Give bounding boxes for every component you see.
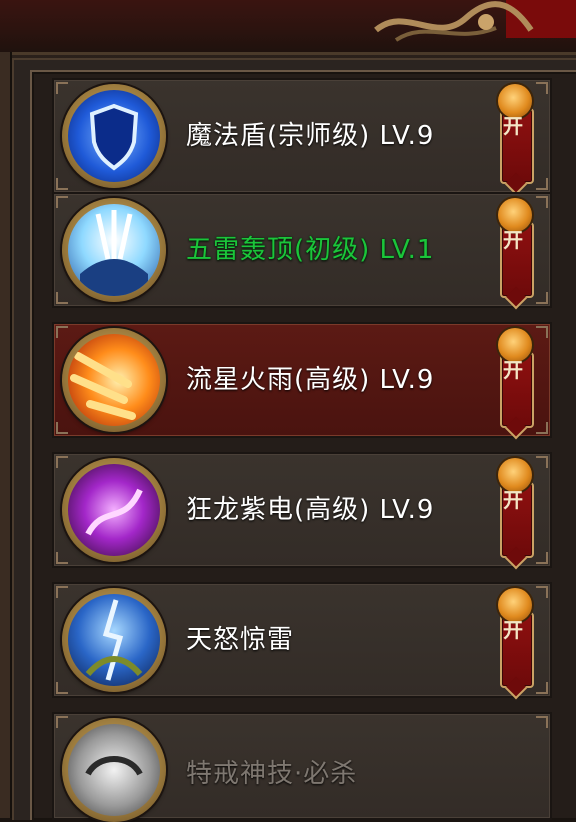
left-rail [0,52,12,818]
row-corner [536,292,548,304]
skill-row-meteor-rain[interactable]: 流星火雨(高级) LV.9 开 [52,322,552,438]
toggle-open-button[interactable]: 开 [498,328,534,428]
skill-row-ring-skill[interactable]: 特戒神技·必杀 [52,712,552,822]
row-corner [536,326,548,338]
skill-name: 五雷轰顶(初级) LV.1 [186,235,435,265]
row-corner [56,82,68,94]
row-corner [536,682,548,694]
skill-panel: 魔法盾(宗师级) LV.9 开 五雷轰顶(初级) LV.1 开 流星火雨(高级)… [0,0,576,822]
row-corner [56,196,68,208]
purple-dragon-lightning-icon [62,458,166,562]
skill-name: 魔法盾(宗师级) LV.9 [186,121,435,151]
skill-row-purple-dragon[interactable]: 狂龙紫电(高级) LV.9 开 [52,452,552,568]
toggle-label: 开 [503,228,523,252]
row-corner [536,82,548,94]
toggle-label: 开 [503,358,523,382]
toggle-open-button[interactable]: 开 [498,458,534,558]
skill-row-heaven-thunder[interactable]: 天怒惊雷 开 [52,582,552,698]
row-corner [56,422,68,434]
dragon-ornament-icon [374,1,534,42]
row-corner [56,292,68,304]
row-corner [536,716,548,728]
skill-row-magic-shield[interactable]: 魔法盾(宗师级) LV.9 开 [52,78,552,194]
row-corner [56,682,68,694]
row-corner [56,178,68,190]
toggle-open-button[interactable]: 开 [498,84,534,184]
row-corner [536,178,548,190]
row-corner [56,716,68,728]
panel-header [0,0,576,55]
skill-name: 流星火雨(高级) LV.9 [186,365,435,395]
toggle-label: 开 [503,114,523,138]
skill-row-five-thunder[interactable]: 五雷轰顶(初级) LV.1 开 [52,192,552,308]
row-corner [56,586,68,598]
skill-name: 特戒神技·必杀 [186,759,358,789]
row-corner [536,196,548,208]
row-corner [536,456,548,468]
row-corner [56,552,68,564]
heaven-thunder-icon [62,588,166,692]
toggle-label: 开 [503,618,523,642]
magic-shield-icon [62,84,166,188]
toggle-label: 开 [503,488,523,512]
skill-name: 天怒惊雷 [186,625,295,655]
row-corner [536,586,548,598]
five-thunder-icon [62,198,166,302]
row-corner [56,456,68,468]
meteor-rain-icon [62,328,166,432]
row-corner [56,326,68,338]
toggle-open-button[interactable]: 开 [498,198,534,298]
row-corner [536,552,548,564]
skill-name: 狂龙紫电(高级) LV.9 [186,495,435,525]
ring-skill-icon [62,718,166,822]
toggle-open-button[interactable]: 开 [498,588,534,688]
row-corner [536,422,548,434]
